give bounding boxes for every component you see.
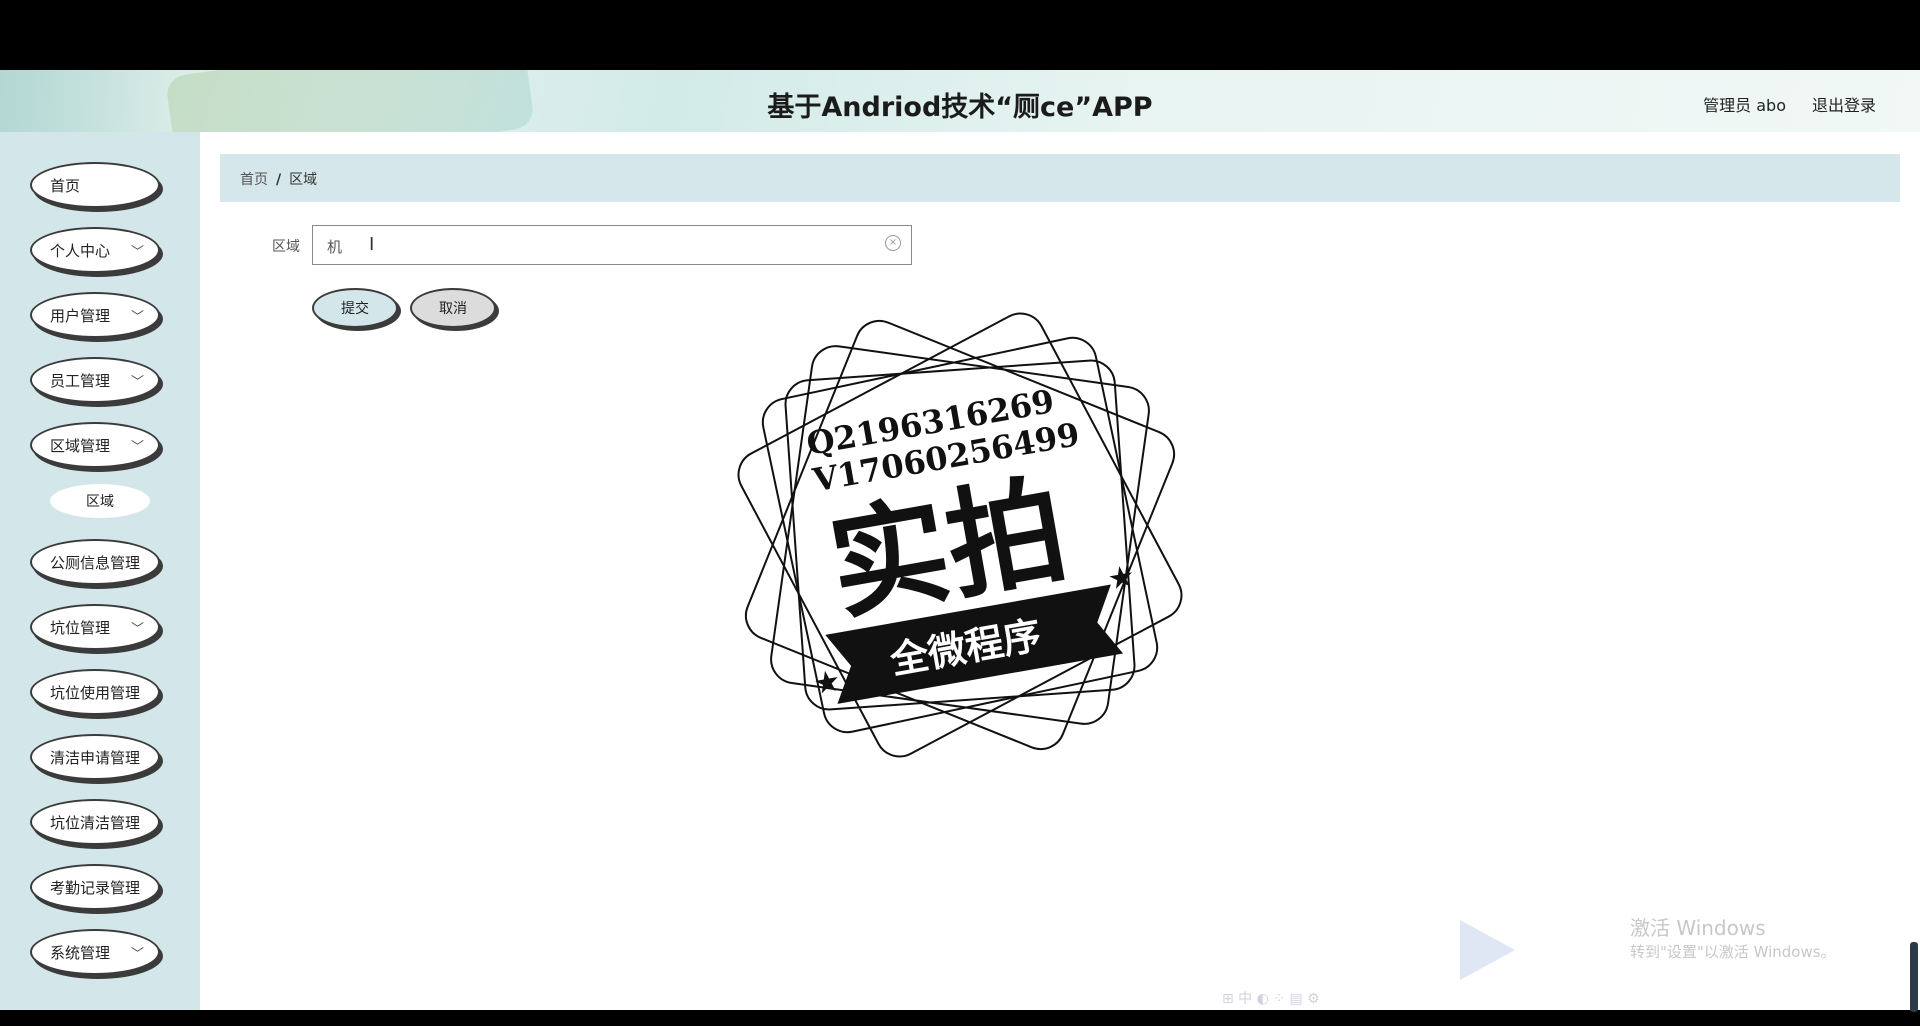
- watermark-subtitle: 转到"设置"以激活 Windows。: [1630, 943, 1836, 961]
- sidebar-item-label: 首页: [50, 176, 81, 195]
- chevron-down-icon: ﹀: [130, 310, 144, 325]
- app-window: 基于Andriod技术“厕ce”APP 管理员 abo 退出登录 首页 个人中心…: [0, 70, 1920, 1012]
- breadcrumb-current: 区域: [289, 172, 318, 188]
- sidebar-item-label: 坑位使用管理: [50, 683, 141, 702]
- area-input-value: 机: [327, 238, 343, 256]
- chevron-down-icon: ﹀: [130, 245, 144, 260]
- ime-toolbar[interactable]: ⊞ 中 ◐ ⁘ ▤ ⚙: [1222, 988, 1320, 1008]
- sidebar-item-personal-center[interactable]: 个人中心 ﹀: [30, 227, 160, 273]
- chevron-down-icon: ﹀: [130, 947, 144, 962]
- cancel-button[interactable]: 取消: [410, 288, 496, 328]
- sidebar-item-staff-management[interactable]: 员工管理 ﹀: [30, 357, 160, 403]
- sidebar: 首页 个人中心 ﹀ 用户管理 ﹀ 员工管理 ﹀ 区域管理 ﹀ 区域 公厕信息管理…: [0, 132, 200, 1010]
- scrollbar-thumb[interactable]: [1910, 942, 1918, 1012]
- sidebar-item-area-management[interactable]: 区域管理 ﹀: [30, 422, 160, 468]
- sidebar-item-label: 区域管理: [50, 436, 111, 455]
- breadcrumb-separator: /: [276, 172, 282, 188]
- sidebar-item-label: 清洁申请管理: [50, 748, 141, 767]
- sidebar-item-label: 员工管理: [50, 371, 111, 390]
- sidebar-item-label: 个人中心: [50, 241, 111, 260]
- area-input[interactable]: 机 Ι ×: [312, 225, 912, 265]
- text-cursor-icon: Ι: [369, 234, 375, 255]
- sidebar-item-label: 公厕信息管理: [50, 553, 141, 572]
- sidebar-item-label: 用户管理: [50, 306, 111, 325]
- windows-activation-watermark: 激活 Windows 转到"设置"以激活 Windows。: [1630, 912, 1836, 962]
- clear-icon[interactable]: ×: [885, 235, 901, 251]
- watermark-title: 激活 Windows: [1630, 916, 1766, 940]
- sidebar-item-label: 坑位管理: [50, 618, 111, 637]
- logout-link[interactable]: 退出登录: [1812, 92, 1876, 116]
- sidebar-item-user-management[interactable]: 用户管理 ﹀: [30, 292, 160, 338]
- sidebar-subitem-area[interactable]: 区域: [50, 484, 150, 518]
- sidebar-item-label: 考勤记录管理: [50, 878, 141, 897]
- sidebar-item-attendance[interactable]: 考勤记录管理: [30, 864, 160, 910]
- sidebar-item-stall-cleaning[interactable]: 坑位清洁管理: [30, 799, 160, 845]
- chevron-down-icon: ﹀: [130, 375, 144, 390]
- sidebar-item-stall-usage[interactable]: 坑位使用管理: [30, 669, 160, 715]
- chevron-down-icon: ﹀: [130, 440, 144, 455]
- breadcrumb-bar: 首页 / 区域: [220, 154, 1900, 202]
- sidebar-item-label: 系统管理: [50, 943, 111, 962]
- sidebar-item-label: 坑位清洁管理: [50, 813, 141, 832]
- submit-button[interactable]: 提交: [312, 288, 398, 328]
- app-title: 基于Andriod技术“厕ce”APP: [767, 92, 1153, 123]
- header: 基于Andriod技术“厕ce”APP 管理员 abo 退出登录: [0, 70, 1920, 132]
- breadcrumb-home[interactable]: 首页: [240, 172, 268, 188]
- area-field-label: 区域: [272, 239, 300, 255]
- sidebar-item-home[interactable]: 首页: [30, 162, 160, 208]
- breadcrumb: 首页 / 区域: [240, 169, 317, 189]
- sidebar-item-stall-management[interactable]: 坑位管理 ﹀: [30, 604, 160, 650]
- windows-logo-icon: [1460, 920, 1515, 980]
- star-icon: ★: [1105, 559, 1138, 598]
- sidebar-item-system[interactable]: 系统管理 ﹀: [30, 929, 160, 975]
- sidebar-item-cleaning-request[interactable]: 清洁申请管理: [30, 734, 160, 780]
- stamp-watermark: Q2196316269 V17060256499 实拍 全微程序 ★ ★: [737, 312, 1183, 758]
- current-user: 管理员 abo: [1703, 96, 1786, 115]
- chevron-down-icon: ﹀: [130, 622, 144, 637]
- sidebar-item-toilet-info[interactable]: 公厕信息管理: [30, 539, 160, 585]
